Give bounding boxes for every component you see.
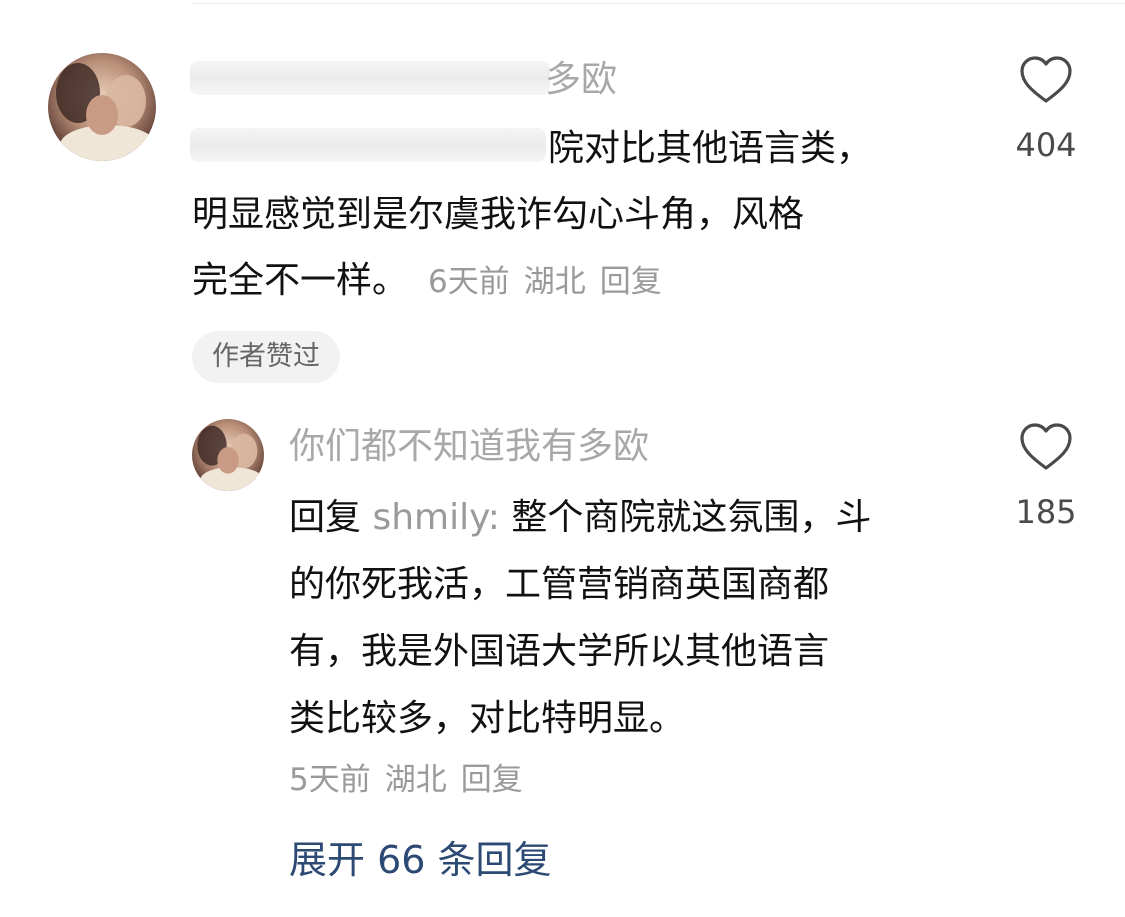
comment-text-line-end: 完全不一样。 <box>192 260 409 301</box>
heart-outline-icon[interactable] <box>1019 422 1073 472</box>
divider <box>192 3 1125 4</box>
author-liked-badge: 作者赞过 <box>192 331 340 383</box>
like-count: 404 <box>1015 126 1077 164</box>
reply-meta: 5天前 湖北 回复 <box>289 758 537 802</box>
like-count: 185 <box>1015 493 1077 531</box>
reply-target-user[interactable]: shmily: <box>372 497 499 538</box>
redacted-text <box>190 128 546 162</box>
reply-text-line: 回复 shmily: 整个商院就这氛围，斗 <box>289 484 979 551</box>
comment-text-line: 完全不一样。 6天前 湖北 回复 <box>192 248 676 315</box>
comment-username[interactable]: 多欧 <box>545 58 617 102</box>
reply-location: 湖北 <box>384 762 447 798</box>
reply-to-label: 回复 <box>289 497 362 538</box>
heart-outline-icon[interactable] <box>1019 55 1073 105</box>
reply-text-line: 类比较多，对比特明显。 <box>289 698 686 739</box>
reply-button[interactable]: 回复 <box>461 762 523 798</box>
comment-thread: 多欧 院对比其他语言类， 明显感觉到是尔虞我诈勾心斗角，风格 完全不一样。 6天前… <box>0 0 1125 917</box>
avatar-image <box>192 419 264 491</box>
comment-text-line: 院对比其他语言类， <box>548 128 873 169</box>
like-control: 185 <box>986 422 1106 532</box>
like-control: 404 <box>986 55 1106 165</box>
comment-text-line: 明显感觉到是尔虞我诈勾心斗角，风格 <box>192 194 805 235</box>
reply-text: 回复 shmily: 整个商院就这氛围，斗 的你死我活，工管营销商英国商都 有，… <box>289 484 979 752</box>
reply-time: 5天前 <box>289 762 371 798</box>
comment-meta: 6天前 湖北 回复 <box>428 264 676 300</box>
avatar-image <box>48 53 156 161</box>
avatar[interactable] <box>48 53 156 161</box>
reply-username[interactable]: 你们都不知道我有多欧 <box>289 425 649 469</box>
reply-button[interactable]: 回复 <box>600 264 662 300</box>
comment-time: 6天前 <box>428 264 510 300</box>
comment-location: 湖北 <box>523 264 586 300</box>
reply-text-line: 的你死我活，工管营销商英国商都 <box>289 564 830 605</box>
reply-text-line: 有，我是外国语大学所以其他语言 <box>289 631 830 672</box>
avatar[interactable] <box>192 419 264 491</box>
redacted-username <box>190 61 550 95</box>
expand-replies-link[interactable]: 展开 66 条回复 <box>289 835 552 885</box>
reply-text-start: 整个商院就这氛围，斗 <box>511 497 872 538</box>
